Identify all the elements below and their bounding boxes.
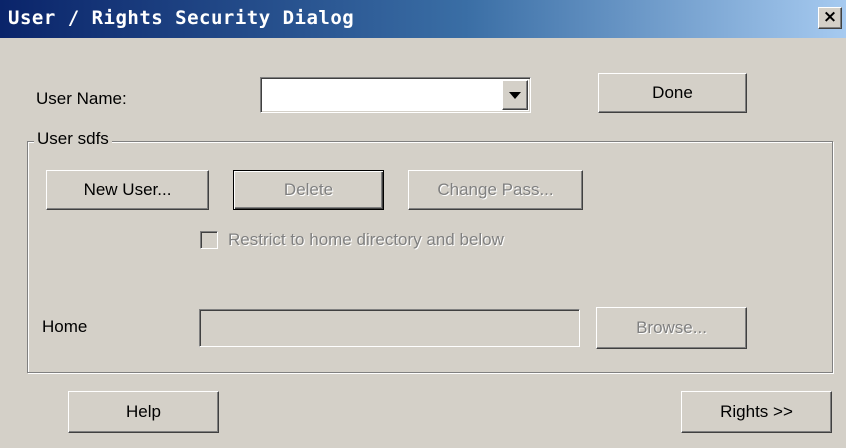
user-name-combobox[interactable]: [260, 77, 531, 113]
home-input[interactable]: [199, 309, 580, 347]
restrict-checkbox[interactable]: [200, 231, 218, 249]
combo-dropdown-button[interactable]: [502, 80, 528, 110]
close-icon: ×: [822, 7, 838, 27]
browse-button[interactable]: Browse...: [596, 307, 747, 349]
done-button[interactable]: Done: [598, 73, 747, 113]
group-legend: User sdfs: [34, 129, 112, 149]
home-label: Home: [42, 317, 88, 336]
change-pass-button[interactable]: Change Pass...: [408, 170, 583, 210]
user-name-label: User Name:: [36, 89, 127, 108]
title-bar[interactable]: User / Rights Security Dialog ×: [0, 0, 846, 38]
new-user-button[interactable]: New User...: [46, 170, 209, 210]
delete-button[interactable]: Delete: [233, 170, 384, 210]
restrict-label: Restrict to home directory and below: [228, 230, 504, 249]
window-title: User / Rights Security Dialog: [8, 7, 355, 29]
close-button[interactable]: ×: [818, 7, 842, 29]
rights-button[interactable]: Rights >>: [681, 391, 832, 433]
help-button[interactable]: Help: [68, 391, 219, 433]
chevron-down-icon: [509, 91, 521, 99]
